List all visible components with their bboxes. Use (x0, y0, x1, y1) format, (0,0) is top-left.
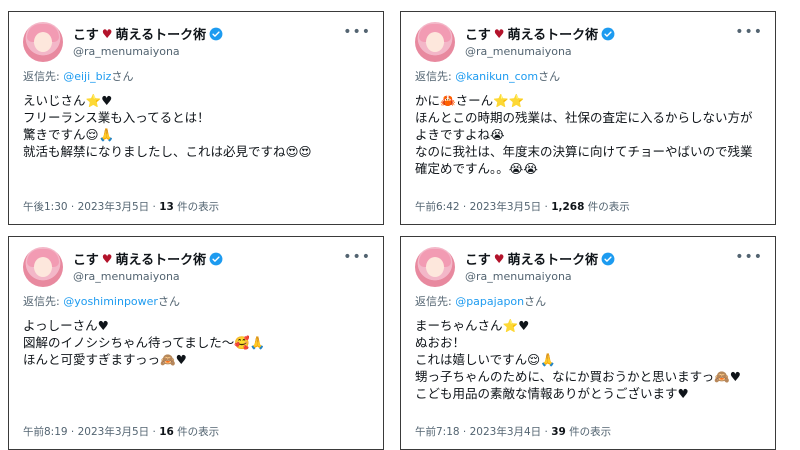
tweet-text-line: 就活も解禁になりましたし、これは必見ですね😍😍 (23, 144, 312, 159)
tweet-timestamp[interactable]: 午前8:19 · 2023年3月5日 · (23, 426, 159, 438)
author-info: こす ♥ 萌えるトーク術 @ra_menumaiyona (465, 24, 615, 58)
display-name-text: こす (465, 28, 491, 43)
tweet-text-line: フリーランス業も入ってるとは！ (23, 110, 210, 125)
display-name[interactable]: こす ♥ 萌えるトーク術 (465, 24, 615, 43)
tweet-timestamp[interactable]: 午前6:42 · 2023年3月5日 · (415, 201, 551, 213)
reply-to-line: 返信先: @yoshiminpowerさん (23, 293, 371, 309)
display-name-text: こす (73, 28, 99, 43)
tweet-header: こす ♥ 萌えるトーク術 @ra_menumaiyona ••• (415, 22, 763, 66)
avatar[interactable] (23, 247, 63, 287)
reply-mention-link[interactable]: @kanikun_com (455, 70, 538, 83)
author-info: こす ♥ 萌えるトーク術 @ra_menumaiyona (465, 249, 615, 283)
san-suffix: さん (538, 70, 561, 83)
tweet-text-line: かに🦀さーん⭐⭐ (415, 93, 525, 108)
tweet-meta: 午後1:30 · 2023年3月5日 · 13 件の表示 (23, 199, 219, 214)
tweet-card[interactable]: こす ♥ 萌えるトーク術 @ra_menumaiyona ••• 返信先: @e… (8, 11, 384, 225)
tweet-text-line: これは嬉しいですん😌🙏 (415, 352, 556, 367)
verified-icon (209, 252, 223, 265)
reply-mention-link[interactable]: @eiji_biz (63, 70, 111, 83)
tweet-text-line: よっしーさん♥ (23, 318, 109, 333)
reply-mention-link[interactable]: @yoshiminpower (63, 295, 158, 308)
heart-icon: ♥ (493, 26, 505, 41)
tweet-text: まーちゃんさん⭐♥ ぬおお！ これは嬉しいですん😌🙏 甥っ子ちゃんのために、なにか買お… (415, 317, 763, 402)
heart-icon: ♥ (101, 26, 113, 41)
more-options-icon[interactable]: ••• (343, 249, 371, 265)
view-count: 13 (159, 201, 174, 213)
tweet-header: こす ♥ 萌えるトーク術 @ra_menumaiyona ••• (415, 247, 763, 291)
tweet-meta: 午前6:42 · 2023年3月5日 · 1,268 件の表示 (415, 199, 630, 214)
tweet-meta: 午前7:18 · 2023年3月4日 · 39 件の表示 (415, 424, 611, 439)
handle[interactable]: @ra_menumaiyona (73, 270, 223, 283)
heart-icon: ♥ (101, 251, 113, 266)
view-count: 39 (551, 426, 566, 438)
tweet-card[interactable]: こす ♥ 萌えるトーク術 @ra_menumaiyona ••• 返信先: @y… (8, 236, 384, 450)
views-suffix: 件の表示 (584, 201, 630, 213)
reply-to-line: 返信先: @papajaponさん (415, 293, 763, 309)
view-count: 1,268 (551, 201, 585, 213)
display-name-suffix: 萌えるトーク術 (507, 253, 599, 268)
more-options-icon[interactable]: ••• (735, 249, 763, 265)
verified-icon (209, 27, 223, 40)
tweet-text-line: こども用品の素敵な情報ありがとうございます♥ (415, 386, 689, 401)
tweet-text: よっしーさん♥ 図解のイノシシちゃん待ってました〜🥰🙏 ほんと可愛すぎますっっ🙈♥ (23, 317, 371, 368)
tweet-text-line: えいじさん⭐♥ (23, 93, 113, 108)
reply-mention-link[interactable]: @papajapon (455, 295, 524, 308)
handle[interactable]: @ra_menumaiyona (465, 45, 615, 58)
san-suffix: さん (111, 70, 134, 83)
display-name-suffix: 萌えるトーク術 (115, 28, 207, 43)
tweet-meta: 午前8:19 · 2023年3月5日 · 16 件の表示 (23, 424, 219, 439)
tweet-timestamp[interactable]: 午前7:18 · 2023年3月4日 · (415, 426, 551, 438)
tweet-text: えいじさん⭐♥ フリーランス業も入ってるとは！ 驚きですん😌🙏 就活も解禁になりました… (23, 92, 371, 160)
tweet-text: かに🦀さーん⭐⭐ ほんとこの時期の残業は、社保の査定に入るからしない方がよきですよ… (415, 92, 763, 177)
tweet-header: こす ♥ 萌えるトーク術 @ra_menumaiyona ••• (23, 22, 371, 66)
handle[interactable]: @ra_menumaiyona (465, 270, 615, 283)
tweet-card[interactable]: こす ♥ 萌えるトーク術 @ra_menumaiyona ••• 返信先: @p… (400, 236, 776, 450)
verified-icon (601, 27, 615, 40)
display-name-text: こす (73, 253, 99, 268)
reply-prefix: 返信先: (23, 295, 64, 308)
reply-prefix: 返信先: (23, 70, 64, 83)
tweet-timestamp[interactable]: 午後1:30 · 2023年3月5日 · (23, 201, 159, 213)
reply-to-line: 返信先: @eiji_bizさん (23, 68, 371, 84)
tweet-header: こす ♥ 萌えるトーク術 @ra_menumaiyona ••• (23, 247, 371, 291)
author-info: こす ♥ 萌えるトーク術 @ra_menumaiyona (73, 249, 223, 283)
display-name-suffix: 萌えるトーク術 (507, 28, 599, 43)
more-options-icon[interactable]: ••• (343, 24, 371, 40)
display-name-text: こす (465, 253, 491, 268)
reply-to-line: 返信先: @kanikun_comさん (415, 68, 763, 84)
views-suffix: 件の表示 (565, 426, 612, 438)
san-suffix: さん (524, 295, 547, 308)
handle[interactable]: @ra_menumaiyona (73, 45, 223, 58)
reply-prefix: 返信先: (415, 295, 456, 308)
avatar[interactable] (415, 247, 455, 287)
avatar[interactable] (23, 22, 63, 62)
avatar[interactable] (415, 22, 455, 62)
verified-icon (601, 252, 615, 265)
tweet-text-line: ぬおお！ (415, 335, 466, 350)
view-count: 16 (159, 426, 174, 438)
tweet-text-line: まーちゃんさん⭐♥ (415, 318, 530, 333)
tweet-text-line: 甥っ子ちゃんのために、なにか買おうかと思いますっ🙈♥ (415, 369, 741, 384)
display-name[interactable]: こす ♥ 萌えるトーク術 (465, 249, 615, 268)
tweet-text-line: ほんと可愛すぎますっっ🙈♥ (23, 352, 187, 367)
display-name[interactable]: こす ♥ 萌えるトーク術 (73, 249, 223, 268)
views-suffix: 件の表示 (173, 426, 220, 438)
views-suffix: 件の表示 (173, 201, 220, 213)
reply-prefix: 返信先: (415, 70, 456, 83)
tweet-card[interactable]: こす ♥ 萌えるトーク術 @ra_menumaiyona ••• 返信先: @k… (400, 11, 776, 225)
display-name[interactable]: こす ♥ 萌えるトーク術 (73, 24, 223, 43)
display-name-suffix: 萌えるトーク術 (115, 253, 207, 268)
heart-icon: ♥ (493, 251, 505, 266)
author-info: こす ♥ 萌えるトーク術 @ra_menumaiyona (73, 24, 223, 58)
more-options-icon[interactable]: ••• (735, 24, 763, 40)
tweet-text-line: なのに我社は、年度末の決算に向けてチョーやばいので残業確定めですん。。😭😭 (415, 144, 753, 176)
san-suffix: さん (157, 295, 180, 308)
tweet-text-line: 驚きですん😌🙏 (23, 127, 115, 142)
tweet-text-line: 図解のイノシシちゃん待ってました〜🥰🙏 (23, 335, 266, 350)
tweet-text-line: ほんとこの時期の残業は、社保の査定に入るからしない方がよきですよね😭 (415, 110, 753, 142)
